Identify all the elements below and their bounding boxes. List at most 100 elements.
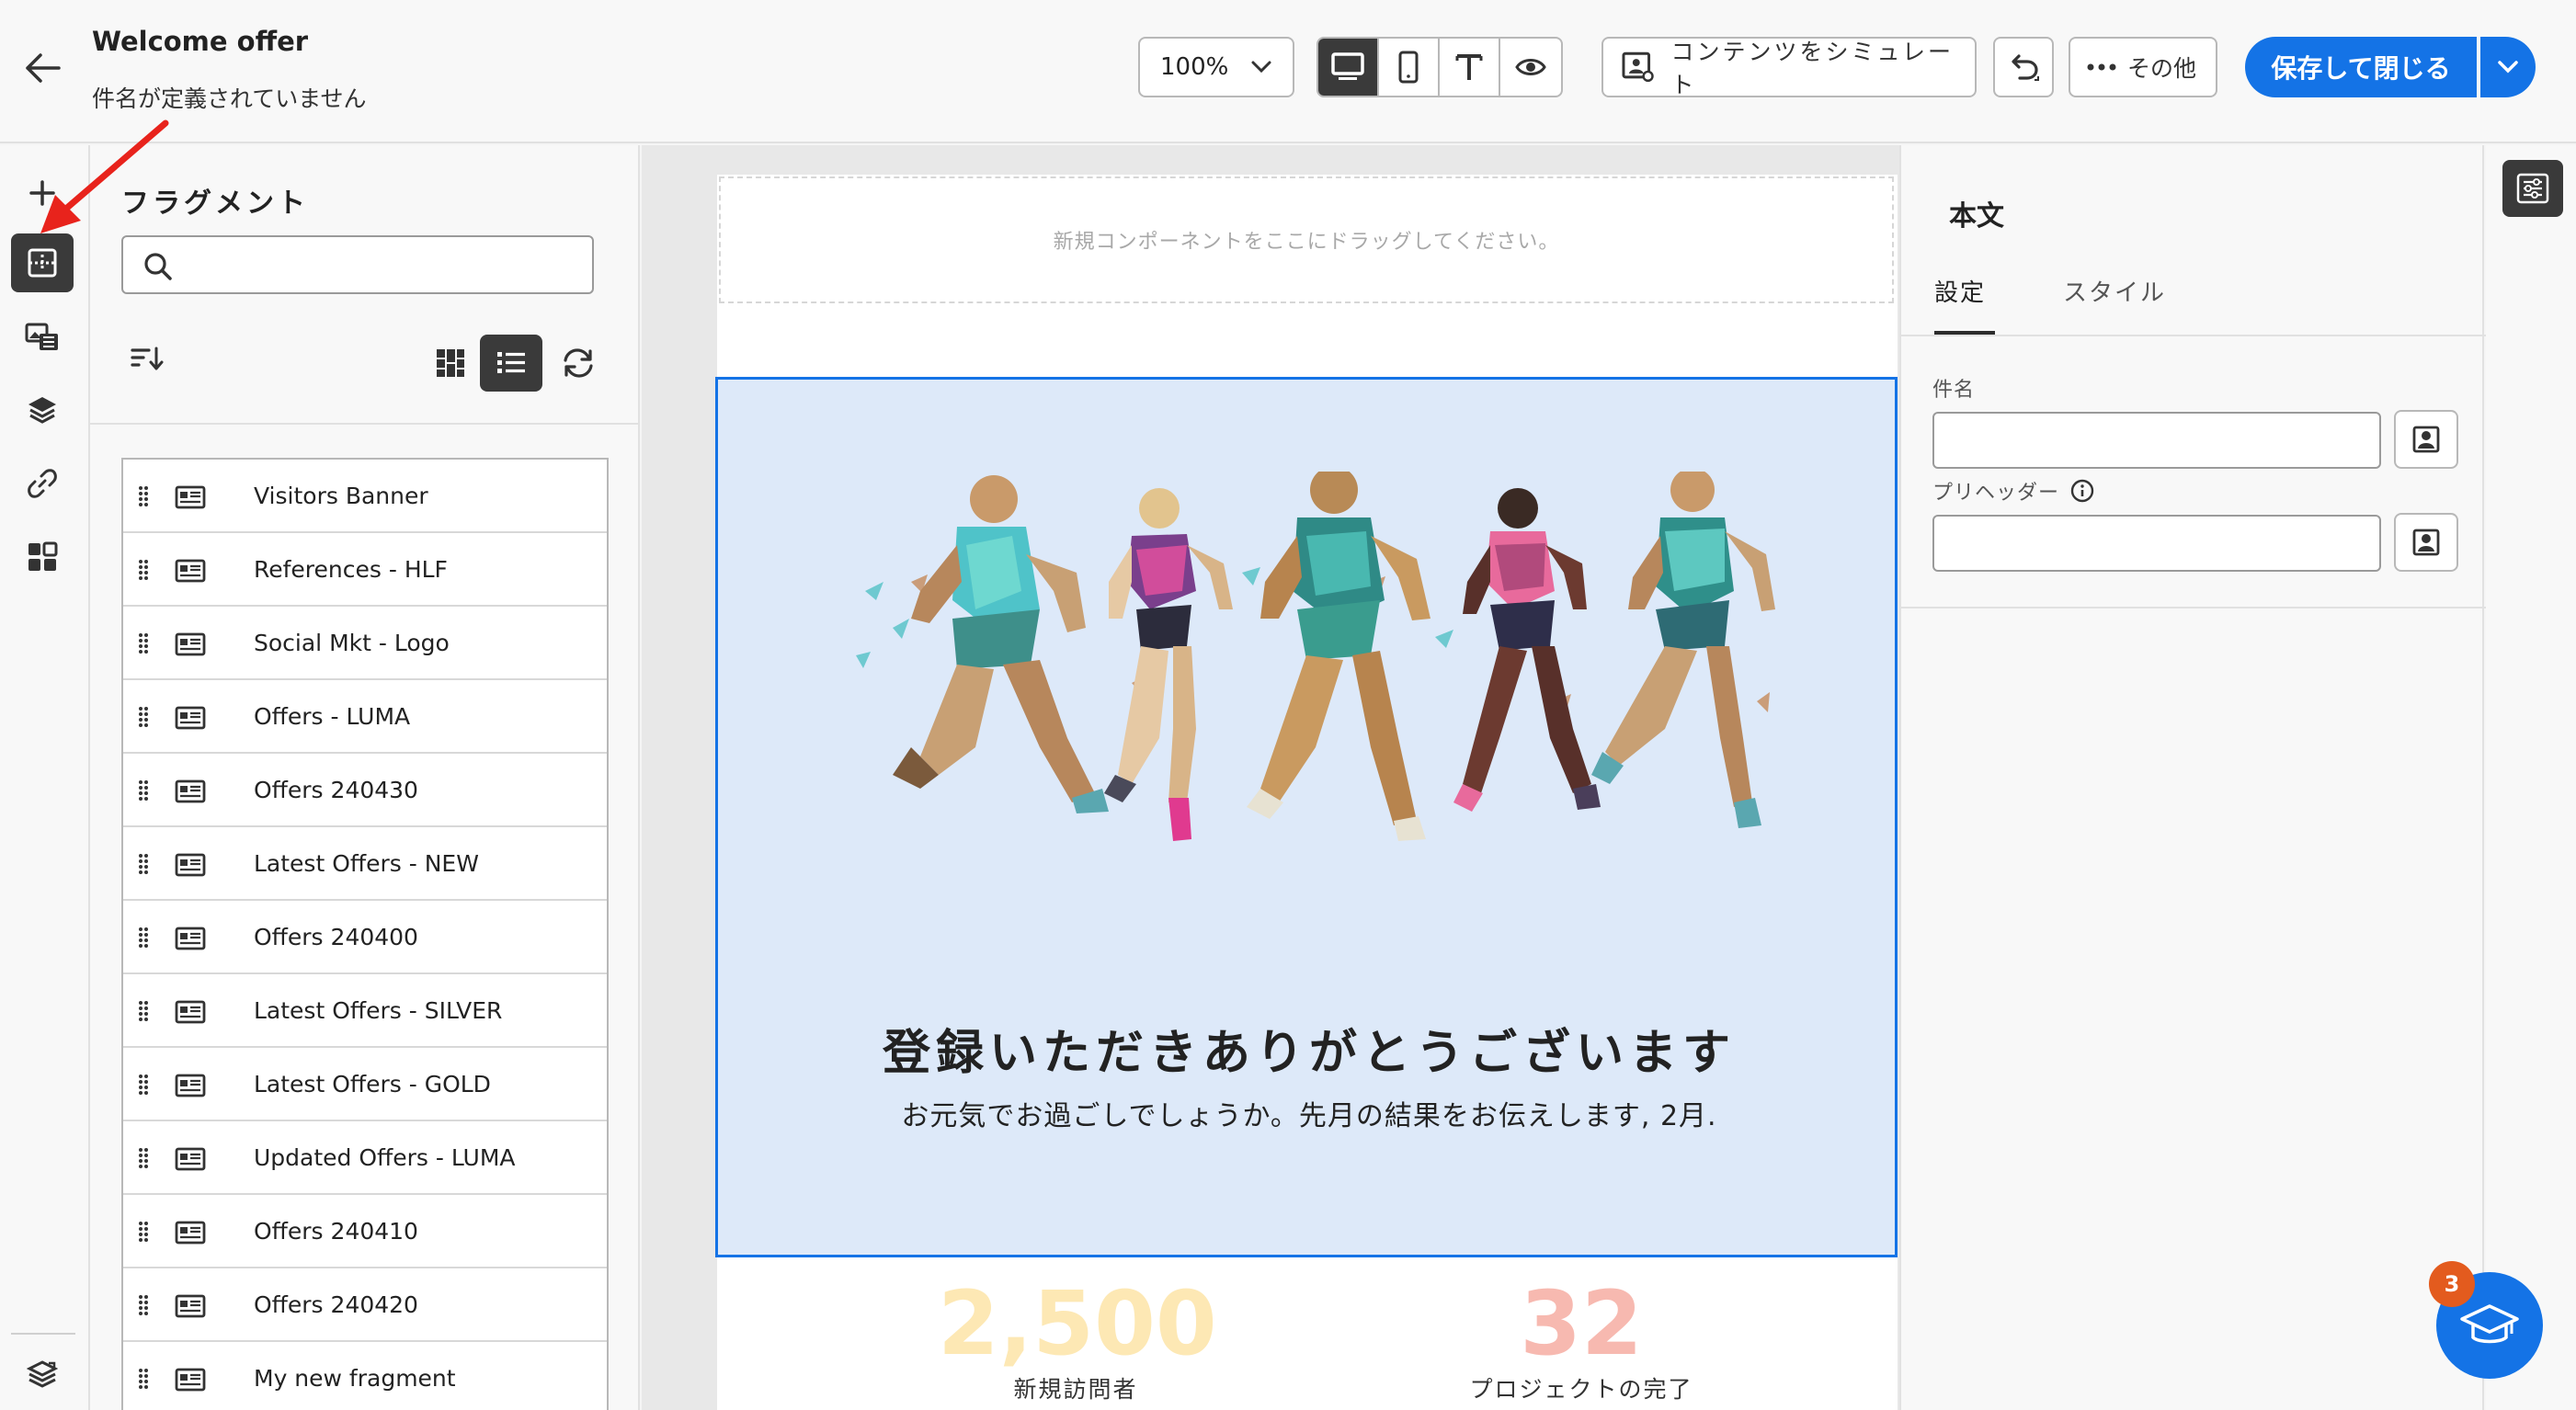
- desktop-view-button[interactable]: [1318, 39, 1379, 96]
- fragment-list-item[interactable]: Social Mkt - Logo: [123, 607, 607, 680]
- runner-3: [1247, 472, 1430, 841]
- fragment-name: References - HLF: [254, 556, 448, 583]
- list-view-icon: [497, 352, 525, 373]
- save-options-button[interactable]: [2480, 37, 2536, 97]
- properties-panel: 本文 設定 スタイル 件名 プリヘッダー: [1899, 145, 2486, 1410]
- drag-handle-icon[interactable]: [138, 1147, 149, 1169]
- refresh-icon: [564, 348, 593, 378]
- mobile-icon: [1398, 51, 1419, 84]
- fragment-icon: [175, 1368, 206, 1392]
- email-body: 新規コンポーネントをここにドラッグしてください。 登録いただきありがとうございま…: [715, 175, 1898, 1410]
- personalization-icon: [2412, 426, 2440, 453]
- runner-1: [893, 475, 1109, 813]
- fragment-name: Latest Offers - NEW: [254, 850, 479, 877]
- simulate-content-button[interactable]: コンテンツをシミュレート: [1601, 37, 1977, 98]
- drag-handle-icon[interactable]: [138, 1000, 149, 1022]
- mobile-view-button[interactable]: [1379, 39, 1440, 96]
- page-title: Welcome offer: [92, 26, 309, 57]
- fragment-list-item[interactable]: Offers 240410: [123, 1195, 607, 1268]
- fragment-name: Latest Offers - SILVER: [254, 997, 503, 1024]
- undo-button[interactable]: [1993, 37, 2054, 97]
- sort-button[interactable]: [131, 346, 164, 375]
- info-icon[interactable]: [2070, 479, 2094, 503]
- stat-value: 2,500: [938, 1272, 1217, 1375]
- stat-label: 新規訪問者: [1013, 1376, 1138, 1403]
- fragment-list-item[interactable]: Visitors Banner: [123, 460, 607, 533]
- hero-section[interactable]: 登録いただきありがとうございます お元気でお過ごしでしょうか。先月の結果をお伝え…: [715, 377, 1898, 1257]
- links-button[interactable]: [11, 454, 74, 513]
- right-rail: [2486, 145, 2576, 1410]
- fragment-list-item[interactable]: Offers - LUMA: [123, 680, 607, 754]
- fragments-panel: フラグメント Visitors Banner References - HLF So…: [90, 145, 640, 1410]
- grid-view-button[interactable]: [425, 335, 476, 392]
- properties-toggle-button[interactable]: [2502, 160, 2563, 217]
- subject-label: 件名: [1932, 373, 1975, 403]
- assets-button[interactable]: [11, 307, 74, 366]
- fragments-button[interactable]: [11, 233, 74, 292]
- device-toggle-group: [1316, 37, 1563, 97]
- fragment-list-item[interactable]: My new fragment: [123, 1342, 607, 1410]
- subject-label-text: 件名: [1932, 379, 1976, 402]
- drag-handle-icon[interactable]: [138, 1074, 149, 1096]
- tab-style[interactable]: スタイル: [2063, 274, 2166, 308]
- structures-button[interactable]: [11, 528, 74, 586]
- fragment-list-item[interactable]: Offers 240420: [123, 1268, 607, 1342]
- fragment-list-item[interactable]: References - HLF: [123, 533, 607, 607]
- plus-icon: [29, 180, 55, 206]
- fragment-icon: [175, 706, 206, 730]
- drag-handle-icon[interactable]: [138, 632, 149, 654]
- rail-divider: [11, 1333, 75, 1335]
- learn-button[interactable]: [11, 1346, 74, 1404]
- fragment-list-item[interactable]: Latest Offers - SILVER: [123, 974, 607, 1048]
- section-divider: [1901, 607, 2486, 608]
- hero-title: 登録いただきありがとうございます: [882, 1026, 1736, 1081]
- subject-field[interactable]: [1932, 412, 2381, 469]
- fragment-search-field[interactable]: [121, 235, 594, 294]
- stat-new-visitors: 2,500 新規訪問者: [938, 1272, 1217, 1404]
- fragment-search-input[interactable]: [188, 243, 583, 287]
- fragment-name: Visitors Banner: [254, 483, 428, 509]
- drag-handle-icon[interactable]: [138, 1294, 149, 1316]
- layers-button[interactable]: [11, 381, 74, 439]
- text-view-button[interactable]: [1440, 39, 1500, 96]
- drag-handle-icon[interactable]: [138, 706, 149, 728]
- fragment-list-item[interactable]: Latest Offers - GOLD: [123, 1048, 607, 1121]
- preheader-personalize-button[interactable]: [2394, 513, 2458, 572]
- left-tool-rail: [0, 145, 90, 1410]
- drag-handle-icon[interactable]: [138, 559, 149, 581]
- panel-divider: [90, 423, 640, 425]
- drag-handle-icon[interactable]: [138, 1368, 149, 1390]
- add-component-button[interactable]: [11, 164, 74, 222]
- stat-value: 32: [1520, 1272, 1643, 1375]
- zoom-select[interactable]: 100%: [1138, 37, 1294, 97]
- subject-personalize-button[interactable]: [2394, 410, 2458, 469]
- tab-settings[interactable]: 設定: [1934, 274, 1986, 308]
- preview-button[interactable]: [1500, 39, 1561, 96]
- drag-handle-icon[interactable]: [138, 485, 149, 507]
- list-view-button[interactable]: [480, 335, 542, 392]
- chevron-down-icon: [2498, 61, 2518, 74]
- more-button[interactable]: その他: [2069, 37, 2217, 97]
- fragment-icon: [175, 1221, 206, 1245]
- fragment-name: Offers - LUMA: [254, 703, 411, 730]
- fragment-list-item[interactable]: Updated Offers - LUMA: [123, 1121, 607, 1195]
- drag-handle-icon[interactable]: [138, 853, 149, 875]
- refresh-button[interactable]: [550, 335, 607, 392]
- fragment-icon: [175, 1147, 206, 1171]
- stat-projects-completed: 32 プロジェクトの完了: [1416, 1272, 1747, 1404]
- fragment-list-item[interactable]: Offers 240400: [123, 901, 607, 974]
- drag-handle-icon[interactable]: [138, 1221, 149, 1243]
- fragment-list-item[interactable]: Latest Offers - NEW: [123, 827, 607, 901]
- drag-handle-icon[interactable]: [138, 779, 149, 802]
- save-and-close-button[interactable]: 保存して閉じる: [2245, 37, 2477, 97]
- structure-grid-icon: [28, 541, 58, 571]
- fragment-list-item[interactable]: Offers 240430: [123, 754, 607, 827]
- notification-badge: 3: [2429, 1261, 2475, 1307]
- personalization-icon: [2412, 529, 2440, 556]
- preheader-field[interactable]: [1932, 515, 2381, 572]
- arrow-left-icon: [26, 53, 61, 83]
- drag-handle-icon[interactable]: [138, 927, 149, 949]
- preheader-label-text: プリヘッダー: [1932, 482, 2060, 505]
- back-button[interactable]: [18, 46, 66, 90]
- component-drop-zone[interactable]: 新規コンポーネントをここにドラッグしてください。: [719, 176, 1894, 303]
